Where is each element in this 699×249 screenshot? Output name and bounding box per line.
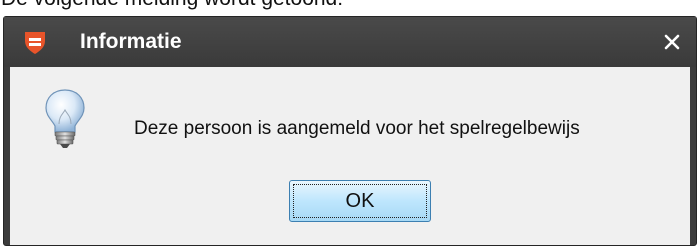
dialog-content: Deze persoon is aangemeld voor het spelr… (10, 67, 690, 245)
dialog-message: Deze persoon is aangemeld voor het spelr… (134, 118, 580, 139)
ok-button[interactable]: OK (289, 180, 431, 222)
intro-text: De volgende melding wordt getoond: (1, 0, 343, 11)
close-icon[interactable] (658, 28, 686, 56)
page: De volgende melding wordt getoond: Infor… (0, 0, 699, 249)
app-logo-icon (25, 32, 45, 54)
dialog-titlebar[interactable]: Informatie (4, 17, 696, 67)
dialog-title: Informatie (80, 30, 182, 53)
lightbulb-icon (45, 89, 85, 148)
ok-button-label: OK (345, 190, 375, 212)
information-dialog: Informatie Deze persoon is aangemeld voo… (3, 16, 697, 246)
